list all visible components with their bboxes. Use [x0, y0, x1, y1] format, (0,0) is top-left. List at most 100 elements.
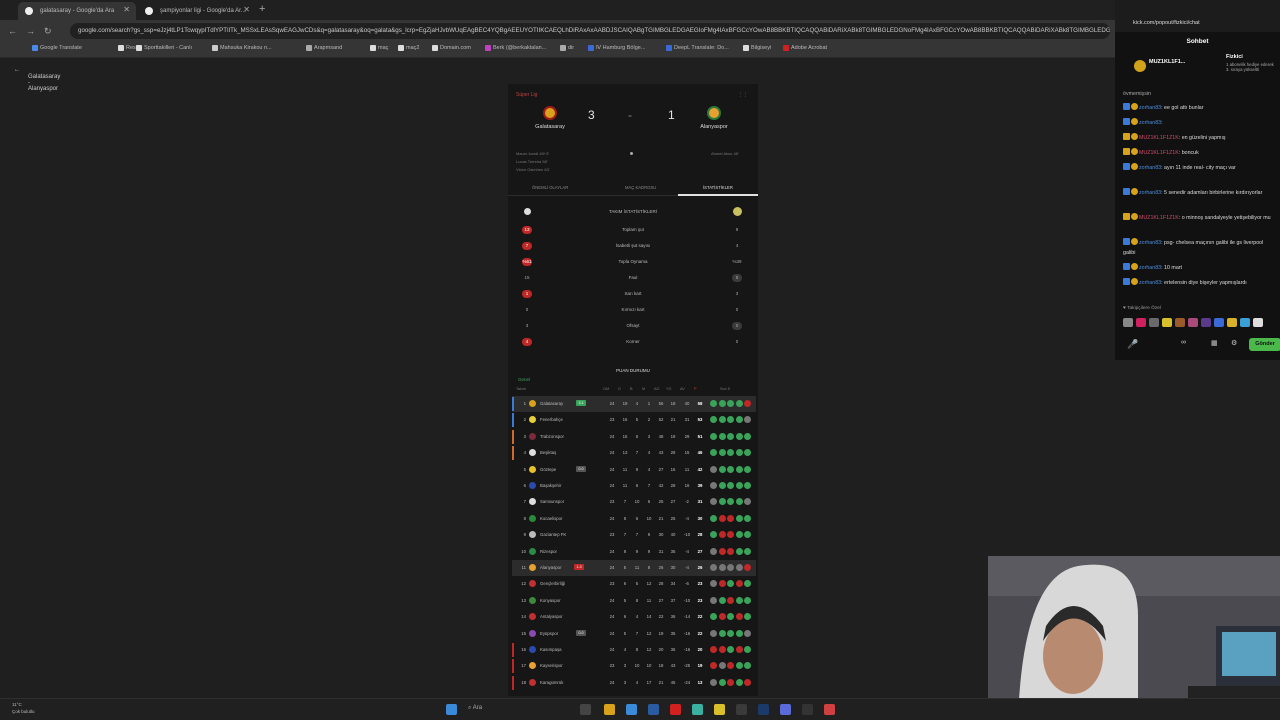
- emote-icon[interactable]: [1227, 318, 1237, 327]
- chat-username[interactable]: zorhan83: [1139, 265, 1161, 271]
- obs-icon[interactable]: [802, 704, 813, 715]
- page-title[interactable]: ← Galatasaray - Alanyaspor: [14, 67, 60, 92]
- table-row[interactable]: 15 Eyüpspor 0-0 24 5 7 12 19 35 -16 22: [512, 626, 756, 642]
- bookmark-item[interactable]: maç: [370, 45, 388, 51]
- link-icon[interactable]: ∞: [1181, 339, 1186, 346]
- tab-lineups[interactable]: MAÇ KADROSU: [625, 185, 656, 190]
- row-position: 15: [521, 630, 526, 636]
- chat-username[interactable]: MUZ1KL1F1Z1K: [1139, 150, 1179, 156]
- bookmark-item[interactable]: Sporttakilleri - Canlı: [136, 45, 192, 51]
- bookmark-item[interactable]: Adobe Acrobat: [783, 45, 827, 51]
- table-row[interactable]: 9 Gaziantep FK 23 7 7 9 30 40 -10 28: [512, 527, 756, 543]
- emote-icon[interactable]: [1188, 318, 1198, 327]
- calendar-icon[interactable]: ▦: [1211, 339, 1218, 347]
- tab-statistics[interactable]: İSTATİSTİKLER: [703, 185, 733, 190]
- table-row[interactable]: 13 Konyaspor 24 5 8 11 27 37 -10 23: [512, 593, 756, 609]
- bookmark-item[interactable]: Google Translate: [32, 45, 82, 51]
- chat-message: zorhan83: 10 mart: [1123, 263, 1275, 273]
- emote-icon[interactable]: [1123, 318, 1133, 327]
- row-position: 18: [521, 679, 526, 685]
- bookmark-item[interactable]: Arapmsand: [306, 45, 342, 51]
- chat-username[interactable]: zorhan83: [1139, 120, 1161, 126]
- bookmark-item[interactable]: Bilgiseyi: [743, 45, 771, 51]
- mic-icon[interactable]: 🎤: [1127, 339, 1138, 350]
- chrome-icon[interactable]: [604, 704, 615, 715]
- chat-text: : 5 senedir adamları birbirlerine kırdır…: [1161, 190, 1263, 196]
- bookmark-item[interactable]: Ⅳ Hamburg Bölge...: [588, 45, 645, 51]
- chat-username[interactable]: zorhan83: [1139, 190, 1161, 196]
- forward-icon[interactable]: →: [26, 26, 35, 36]
- emote-icon[interactable]: [1162, 318, 1172, 327]
- terminal-icon[interactable]: [648, 704, 659, 715]
- browser-tab-active[interactable]: galatasaray - Google'da Ara ✕: [18, 2, 136, 20]
- table-row[interactable]: 2 Fenerbahçe 23 16 5 2 52 21 31 53: [512, 412, 756, 428]
- gear-icon[interactable]: ⚙: [1231, 339, 1237, 347]
- chat-username[interactable]: zorhan83: [1139, 280, 1161, 286]
- form-dot: [735, 613, 743, 621]
- emote-icon[interactable]: [1175, 318, 1185, 327]
- table-row[interactable]: 11 Alanyaspor 1-3 24 5 11 8 26 30 -4 26: [512, 560, 756, 576]
- back-icon[interactable]: ←: [8, 26, 17, 36]
- bookmark-item[interactable]: DeepL Translate: Do...: [666, 45, 729, 51]
- league-label[interactable]: Süper Lig: [516, 92, 537, 98]
- more-icon[interactable]: ⋮⋮: [738, 92, 748, 98]
- table-row[interactable]: 6 Başakşehir 24 11 6 7 42 28 16 39: [512, 478, 756, 494]
- url-input[interactable]: google.com/search?gs_ssp=eJzj4tLP1Tcwqyp…: [70, 23, 1110, 39]
- stat-home-value: 13: [522, 226, 532, 234]
- table-row[interactable]: 18 Karagümrük 24 3 4 17 21 45 -24 13: [512, 675, 756, 691]
- edge-icon[interactable]: [626, 704, 637, 715]
- stat-name: Faul: [628, 275, 638, 280]
- edge-dev-icon[interactable]: [692, 704, 703, 715]
- steam-icon[interactable]: [758, 704, 769, 715]
- bookmark-item[interactable]: Berk (@berkaktalan...: [485, 45, 546, 51]
- table-row[interactable]: 5 Göztepe 0-0 24 11 9 4 27 16 11 42: [512, 462, 756, 478]
- away-team[interactable]: Alanyaspor: [684, 106, 744, 130]
- emote-icon[interactable]: [1240, 318, 1250, 327]
- bookmark-item[interactable]: Mahsuka Kirakou n...: [212, 45, 272, 51]
- bookmark-item[interactable]: Domain.com: [432, 45, 471, 51]
- tab-important-events[interactable]: ÖNEMLİ OLAYLAR: [532, 185, 568, 190]
- discord-icon[interactable]: [780, 704, 791, 715]
- close-tab-icon[interactable]: ✕: [123, 5, 130, 14]
- folder-icon[interactable]: [714, 704, 725, 715]
- new-tab-button[interactable]: +: [259, 3, 265, 15]
- emote-icon[interactable]: [1214, 318, 1224, 327]
- table-row[interactable]: 7 Samsunspor 23 7 10 6 25 27 -2 31: [512, 494, 756, 510]
- close-tab-icon[interactable]: ✕: [243, 5, 250, 14]
- table-row[interactable]: 10 Rizespor 24 8 9 9 31 35 -4 27: [512, 544, 756, 560]
- file-explorer-icon[interactable]: [580, 704, 591, 715]
- table-row[interactable]: 4 Beşiktaş 24 13 7 4 43 28 15 46: [512, 445, 756, 461]
- weather-widget[interactable]: 11°C Çok bulutlu: [12, 701, 35, 715]
- pinned-message[interactable]: MUZ1KL1F1... Fizkici 1 abonelik hediye e…: [1131, 52, 1276, 86]
- emote-icon[interactable]: [1136, 318, 1146, 327]
- send-button[interactable]: Gönder: [1249, 338, 1280, 351]
- table-row[interactable]: 12 Gençlerbirliği 23 6 5 12 28 34 -6 23: [512, 576, 756, 592]
- bookmark-item[interactable]: dir: [560, 45, 574, 51]
- emote-icon[interactable]: [1253, 318, 1263, 327]
- col-team: Takım: [516, 387, 527, 391]
- opera-icon[interactable]: [670, 704, 681, 715]
- chat-username[interactable]: MUZ1KL1F1Z1K: [1139, 215, 1179, 221]
- home-team[interactable]: Galatasaray: [520, 106, 580, 130]
- standings-group[interactable]: Genel: [518, 377, 530, 382]
- table-row[interactable]: 1 Galatasaray 3-1 24 19 4 1 56 18 40 58: [512, 396, 756, 412]
- table-row[interactable]: 14 Antalyaspor 24 6 4 14 22 36 -14 22: [512, 609, 756, 625]
- store-icon[interactable]: [736, 704, 747, 715]
- browser-tab[interactable]: şampiyonlar ligi - Google'da Ar... ✕: [138, 2, 256, 20]
- table-row[interactable]: 16 Kasımpaşa 24 4 8 12 20 36 -16 20: [512, 642, 756, 658]
- taskbar-search[interactable]: ⌕ Ara: [468, 705, 482, 712]
- app-icon[interactable]: [824, 704, 835, 715]
- bookmark-item[interactable]: maç2: [398, 45, 419, 51]
- table-row[interactable]: 8 Kocaelispor 24 8 6 10 21 25 -4 30: [512, 511, 756, 527]
- chat-username[interactable]: zorhan83: [1139, 105, 1161, 111]
- table-row[interactable]: 3 Trabzonspor 24 15 6 3 48 19 29 51: [512, 429, 756, 445]
- chat-username[interactable]: zorhan83: [1139, 165, 1161, 171]
- reload-icon[interactable]: ↻: [44, 26, 52, 37]
- emote-icon[interactable]: [1149, 318, 1159, 327]
- emote-icon[interactable]: [1201, 318, 1211, 327]
- chat-username[interactable]: zorhan83: [1139, 240, 1161, 246]
- last5-form: [710, 646, 751, 653]
- start-icon[interactable]: [446, 704, 457, 715]
- table-row[interactable]: 17 Kayserispor 23 3 10 10 18 43 -25 19: [512, 658, 756, 674]
- chat-username[interactable]: MUZ1KL1F1Z1K: [1139, 135, 1179, 141]
